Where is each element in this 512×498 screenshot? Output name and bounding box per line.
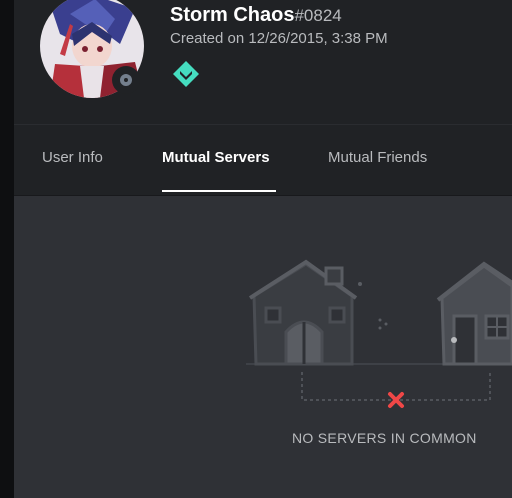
discriminator: #0824: [294, 6, 342, 25]
houses-illustration: [246, 259, 512, 408]
offline-status-icon: [120, 74, 132, 86]
house-right-icon: [436, 261, 512, 366]
username-row: Storm Chaos#0824: [170, 4, 342, 27]
avatar[interactable]: [40, 0, 144, 98]
username: Storm Chaos: [170, 4, 295, 26]
active-tab-indicator: [162, 190, 276, 192]
empty-state-message: NO SERVERS IN COMMON: [292, 430, 477, 446]
user-profile-modal: Storm Chaos#0824 Created on 12/26/2015, …: [14, 0, 512, 498]
house-left-icon: [248, 259, 362, 366]
account-created-date: Created on 12/26/2015, 3:38 PM: [170, 30, 388, 47]
mutual-servers-panel: NO SERVERS IN COMMON: [14, 196, 512, 498]
status-indicator: [112, 66, 140, 94]
tab-mutual-friends[interactable]: Mutual Friends: [328, 149, 427, 166]
profile-tabs: User Info Mutual Servers Mutual Friends: [14, 125, 512, 196]
hypesquad-balance-icon[interactable]: [172, 60, 200, 88]
tab-user-info[interactable]: User Info: [42, 149, 103, 166]
profile-header: Storm Chaos#0824 Created on 12/26/2015, …: [14, 0, 512, 124]
tab-mutual-servers[interactable]: Mutual Servers: [162, 149, 270, 166]
